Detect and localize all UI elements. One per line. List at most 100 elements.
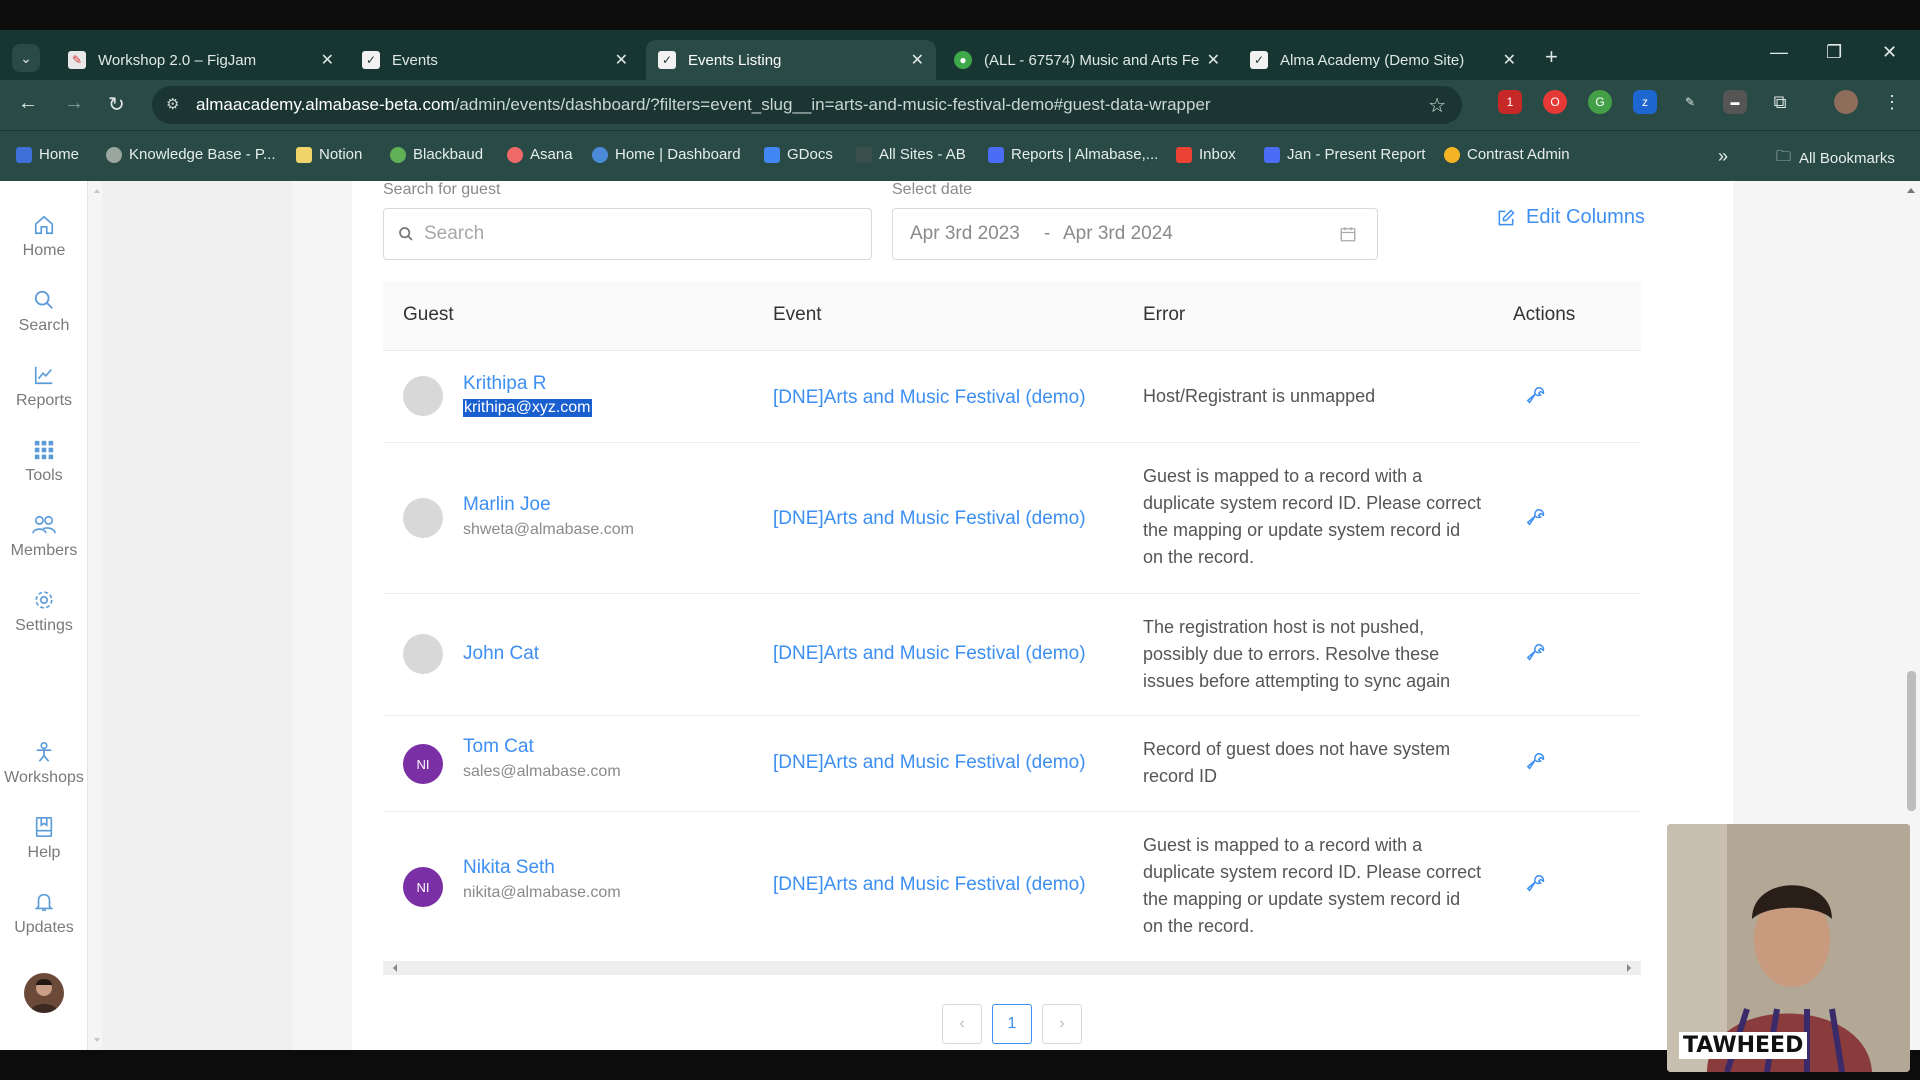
wrench-icon[interactable] — [1525, 385, 1547, 407]
close-icon[interactable]: ✕ — [911, 50, 924, 70]
eyedropper-icon[interactable]: ✎ — [1678, 90, 1702, 114]
pagination-next[interactable]: › — [1042, 1004, 1082, 1044]
bookmark-home[interactable]: Home — [16, 146, 79, 163]
asana-icon — [507, 146, 523, 163]
guest-name-link[interactable]: Tom Cat — [463, 736, 534, 758]
puzzle-icon[interactable]: ⧉ — [1768, 90, 1792, 114]
bookmark-star-icon[interactable]: ☆ — [1428, 93, 1446, 118]
new-tab-icon[interactable]: + — [1545, 44, 1558, 70]
back-icon[interactable]: ← — [18, 92, 38, 115]
sidebar-scrollbar[interactable] — [92, 181, 102, 1050]
sidebar-item-tools[interactable]: Tools — [0, 439, 88, 485]
bell-icon — [34, 893, 54, 912]
tab-events[interactable]: ✓ Events ✕ — [350, 40, 640, 80]
forward-icon[interactable]: → — [64, 92, 84, 115]
new-extension-icon[interactable]: ▬ — [1723, 90, 1747, 114]
chart-icon — [34, 366, 53, 385]
bookmark-contrast-admin[interactable]: Contrast Admin — [1444, 146, 1570, 163]
sidebar-item-help[interactable]: Help — [0, 816, 88, 862]
event-link[interactable]: [DNE]Arts and Music Festival (demo) — [773, 643, 1086, 665]
wrench-icon[interactable] — [1525, 642, 1547, 664]
date-from[interactable]: Apr 3rd 2023 — [910, 223, 1020, 245]
edit-columns-button[interactable]: Edit Columns — [1496, 206, 1645, 229]
sidebar-item-home[interactable]: Home — [0, 214, 88, 260]
grammarly-icon[interactable]: G — [1588, 90, 1612, 114]
bookmark-all-sites[interactable]: All Sites - AB — [856, 146, 966, 163]
bookmark-gdocs[interactable]: GDocs — [764, 146, 833, 163]
tab-search-icon[interactable]: ⌄ — [12, 44, 40, 72]
more-bookmarks-icon[interactable]: » — [1718, 146, 1728, 167]
profile-avatar-icon[interactable] — [1834, 90, 1858, 114]
webcam-overlay: TAWHEED — [1667, 824, 1910, 1072]
close-icon[interactable]: ✕ — [1503, 50, 1516, 70]
tab-music-arts[interactable]: ● (ALL - 67574) Music and Arts Fe ✕ — [942, 40, 1232, 80]
tab-alma-academy[interactable]: ✓ Alma Academy (Demo Site) ✕ — [1238, 40, 1528, 80]
edit-icon — [1498, 208, 1515, 225]
guest-avatar: NI — [403, 744, 443, 784]
table-row: NI Nikita Seth nikita@almabase.com [DNE]… — [383, 812, 1641, 961]
window-close-icon[interactable]: ✕ — [1882, 42, 1897, 63]
close-icon[interactable]: ✕ — [615, 50, 628, 70]
bookmark-notion[interactable]: Notion — [296, 146, 362, 163]
sidebar-item-reports[interactable]: Reports — [0, 364, 88, 410]
reload-icon[interactable]: ↻ — [108, 92, 125, 117]
address-bar[interactable]: ⚙ almaacademy.almabase-beta.com/admin/ev… — [152, 86, 1462, 124]
sidebar: Home Search Reports Tools Members Settin… — [0, 181, 88, 1050]
kebab-menu-icon[interactable]: ⋮ — [1880, 90, 1904, 114]
event-link[interactable]: [DNE]Arts and Music Festival (demo) — [773, 752, 1086, 774]
wrench-icon[interactable] — [1525, 507, 1547, 529]
pagination-prev[interactable]: ‹ — [942, 1004, 982, 1044]
scroll-thumb[interactable] — [1907, 671, 1916, 811]
bookmark-inbox[interactable]: Inbox — [1176, 146, 1236, 163]
guest-name-link[interactable]: Nikita Seth — [463, 857, 555, 879]
sidebar-item-workshops[interactable]: Workshops — [0, 741, 88, 787]
sidebar-item-members[interactable]: Members — [0, 514, 88, 560]
search-label: Search for guest — [383, 181, 501, 198]
error-text: Guest is mapped to a record with a dupli… — [1143, 835, 1482, 936]
bookmark-blackbaud[interactable]: Blackbaud — [390, 146, 483, 163]
event-link[interactable]: [DNE]Arts and Music Festival (demo) — [773, 387, 1086, 409]
table-horizontal-scrollbar[interactable] — [383, 961, 1641, 975]
left-gutter — [102, 181, 292, 1050]
site-settings-icon[interactable]: ⚙ — [166, 95, 179, 113]
guest-avatar — [403, 376, 443, 416]
bookmark-reports[interactable]: Reports | Almabase,... — [988, 146, 1158, 163]
guest-name-link[interactable]: John Cat — [463, 643, 539, 665]
bookmark-jan-report[interactable]: Jan - Present Report — [1264, 146, 1425, 163]
search-input[interactable]: Search — [383, 208, 872, 260]
globe-icon — [106, 146, 122, 163]
tab-events-listing[interactable]: ✓ Events Listing ✕ — [646, 40, 936, 80]
close-icon[interactable]: ✕ — [321, 50, 334, 70]
book-icon — [35, 817, 53, 837]
extension-icon[interactable]: 1 — [1498, 90, 1522, 114]
home-bookmark-icon — [16, 146, 32, 163]
date-range-picker[interactable]: Apr 3rd 2023 - Apr 3rd 2024 — [892, 208, 1378, 260]
opera-extension-icon[interactable]: O — [1543, 90, 1567, 114]
restore-icon[interactable]: ❐ — [1826, 42, 1842, 63]
bookmark-home-dashboard[interactable]: Home | Dashboard — [592, 146, 741, 163]
sidebar-item-updates[interactable]: Updates — [0, 891, 88, 937]
guest-name-link[interactable]: Krithipa R — [463, 373, 546, 395]
wrench-icon[interactable] — [1525, 751, 1547, 773]
calendar-icon[interactable] — [1339, 225, 1357, 243]
bookmark-knowledge-base[interactable]: Knowledge Base - P... — [106, 146, 275, 163]
date-to[interactable]: Apr 3rd 2024 — [1063, 223, 1173, 245]
user-avatar[interactable] — [24, 973, 64, 1013]
sidebar-item-settings[interactable]: Settings — [0, 589, 88, 635]
tab-strip: ⌄ ✎ Workshop 2.0 – FigJam ✕ ✓ Events ✕ ✓… — [0, 30, 1920, 80]
sidebar-item-search[interactable]: Search — [0, 289, 88, 335]
pagination-page-1[interactable]: 1 — [992, 1004, 1032, 1044]
event-link[interactable]: [DNE]Arts and Music Festival (demo) — [773, 508, 1086, 530]
gmail-icon — [1176, 146, 1192, 163]
tab-figjam[interactable]: ✎ Workshop 2.0 – FigJam ✕ — [56, 40, 346, 80]
zoom-extension-icon[interactable]: z — [1633, 90, 1657, 114]
bookmark-asana[interactable]: Asana — [507, 146, 573, 163]
wrench-icon[interactable] — [1525, 873, 1547, 895]
event-link[interactable]: [DNE]Arts and Music Festival (demo) — [773, 874, 1086, 896]
search-icon — [34, 290, 53, 309]
column-guest: Guest — [403, 304, 454, 325]
guest-name-link[interactable]: Marlin Joe — [463, 494, 551, 516]
close-icon[interactable]: ✕ — [1207, 50, 1220, 70]
all-bookmarks[interactable]: 🗀 All Bookmarks — [1776, 146, 1895, 171]
minimize-icon[interactable]: — — [1770, 42, 1788, 63]
